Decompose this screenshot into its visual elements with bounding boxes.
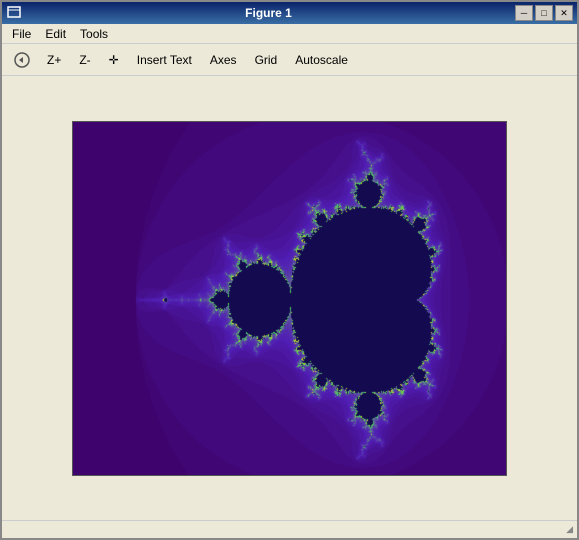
menu-edit[interactable]: Edit <box>39 26 72 42</box>
close-button[interactable]: ✕ <box>555 5 573 21</box>
autoscale-button[interactable]: Autoscale <box>288 47 355 73</box>
window-title: Figure 1 <box>22 6 515 20</box>
maximize-button[interactable]: □ <box>535 5 553 21</box>
insert-text-button[interactable]: Insert Text <box>130 47 199 73</box>
window-controls: ─ □ ✕ <box>515 5 573 21</box>
statusbar: ◢ <box>2 520 577 538</box>
menubar: File Edit Tools <box>2 24 577 44</box>
toolbar: Z+ Z- ✛ Insert Text Axes Grid Autoscale <box>2 44 577 76</box>
menu-tools[interactable]: Tools <box>74 26 114 42</box>
plot-area[interactable] <box>72 121 507 476</box>
content-area <box>2 76 577 520</box>
window-icon <box>6 5 22 21</box>
zoom-minus-button[interactable]: Z- <box>72 47 97 73</box>
grid-button[interactable]: Grid <box>248 47 285 73</box>
fractal-canvas <box>73 122 507 476</box>
menu-file[interactable]: File <box>6 26 37 42</box>
axes-button[interactable]: Axes <box>203 47 244 73</box>
move-button[interactable]: ✛ <box>102 47 126 73</box>
back-icon <box>13 51 31 69</box>
zoom-plus-button[interactable]: Z+ <box>40 47 68 73</box>
resize-handle[interactable]: ◢ <box>566 524 573 535</box>
main-window: Figure 1 ─ □ ✕ File Edit Tools Z+ Z- ✛ I… <box>0 0 579 540</box>
minimize-button[interactable]: ─ <box>515 5 533 21</box>
back-button[interactable] <box>8 47 36 73</box>
titlebar: Figure 1 ─ □ ✕ <box>2 2 577 24</box>
